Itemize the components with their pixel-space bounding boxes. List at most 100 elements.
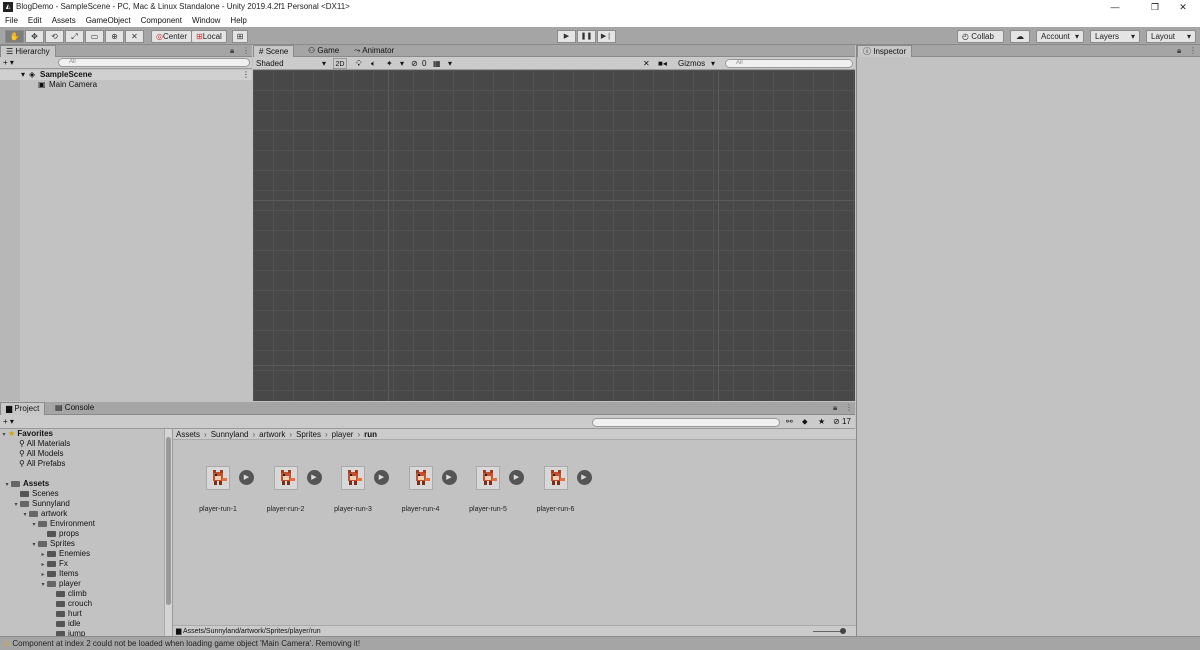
transform-tool-icon[interactable]: ⊕ xyxy=(105,30,124,43)
step-button-icon[interactable]: ▶❘ xyxy=(597,30,616,43)
menu-file[interactable]: File xyxy=(0,14,23,27)
breadcrumb-item[interactable]: Sprites xyxy=(296,430,321,439)
folder-tree-item[interactable]: ▾ Assets xyxy=(0,479,164,489)
hidden-packages-icon[interactable]: ⊘ xyxy=(833,415,840,429)
breadcrumb-item[interactable]: Sunnyland xyxy=(211,430,249,439)
menu-gameobject[interactable]: GameObject xyxy=(81,14,136,27)
menu-component[interactable]: Component xyxy=(136,14,187,27)
expand-arrow-icon[interactable]: ▾ xyxy=(21,70,25,80)
menu-window[interactable]: Window xyxy=(187,14,225,27)
pivot-center-button[interactable]: ◎Center xyxy=(151,30,192,43)
hand-tool-icon[interactable]: ✋ xyxy=(5,30,24,43)
tree-scrollbar-thumb[interactable] xyxy=(166,437,171,605)
create-asset-dropdown[interactable]: + ▾ xyxy=(3,415,14,429)
play-button-icon[interactable]: ▶ xyxy=(557,30,576,43)
sprite-asset-tile[interactable]: ▶ player-run-6 xyxy=(517,466,592,526)
custom-tool-icon[interactable]: ✕ xyxy=(125,30,144,43)
folder-tree-item[interactable]: ▾ Sunnyland xyxy=(0,499,164,509)
chevron-down-icon[interactable]: ▾ xyxy=(448,57,452,70)
sprite-asset-tile[interactable]: ▶ player-run-4 xyxy=(382,466,457,526)
tab-animator[interactable]: ⤳ Animator xyxy=(349,45,399,57)
tab-scene[interactable]: # Scene xyxy=(253,45,295,57)
tab-hierarchy[interactable]: ☰ Hierarchy xyxy=(0,45,56,57)
breadcrumb-item[interactable]: artwork xyxy=(259,430,285,439)
play-animation-icon[interactable]: ▶ xyxy=(576,470,592,485)
tree-scrollbar[interactable] xyxy=(164,429,172,636)
menu-edit[interactable]: Edit xyxy=(23,14,47,27)
hierarchy-search-input[interactable]: All xyxy=(58,58,250,67)
collab-dropdown[interactable]: ◴ Collab ▾ xyxy=(957,30,1004,52)
folder-tree-item[interactable]: ▾ Sprites xyxy=(0,539,164,549)
folder-tree-item[interactable]: ▸ Fx xyxy=(0,559,164,569)
more-options-icon[interactable]: ⋮ xyxy=(1189,45,1197,57)
breadcrumb-item[interactable]: player xyxy=(332,430,354,439)
folder-tree-item[interactable]: ▸ Enemies xyxy=(0,549,164,559)
project-search-input[interactable] xyxy=(592,418,780,427)
move-tool-icon[interactable]: ✥ xyxy=(25,30,44,43)
chevron-down-icon[interactable]: ▾ xyxy=(400,57,404,70)
status-bar[interactable]: ⚠ Component at index 2 could not be load… xyxy=(0,636,1200,650)
tab-game[interactable]: ⚇ Game xyxy=(303,45,344,57)
lock-icon[interactable]: 🔒︎ xyxy=(230,45,234,57)
grid-toggle-icon[interactable]: ▦ xyxy=(433,57,441,70)
create-dropdown[interactable]: + ▾ xyxy=(3,57,14,69)
folder-tree-item[interactable]: ▾ Environment xyxy=(0,519,164,529)
scale-tool-icon[interactable]: ⤢ xyxy=(65,30,84,43)
minimize-button[interactable]: — xyxy=(1098,0,1132,14)
folder-tree-item[interactable]: jump xyxy=(0,629,164,636)
layers-dropdown[interactable]: Layers ▾ xyxy=(1090,30,1140,43)
scene-viewport[interactable] xyxy=(253,70,855,401)
tools-icon[interactable]: ✕ xyxy=(643,57,650,70)
hidden-objects-icon[interactable]: ⊘ xyxy=(411,57,418,70)
folder-tree-item[interactable]: ▾ artwork xyxy=(0,509,164,519)
favorite-item[interactable]: ⚲ All Models xyxy=(0,449,164,459)
close-button[interactable]: ✕ xyxy=(1166,0,1200,14)
hierarchy-item[interactable]: ▣ Main Camera xyxy=(0,80,252,90)
more-options-icon[interactable]: ⋮ xyxy=(242,45,250,57)
sprite-asset-tile[interactable]: ▶ player-run-1 xyxy=(179,466,254,526)
shading-mode-dropdown[interactable]: Shaded ▾ xyxy=(254,58,328,69)
favorites-row[interactable]: ▾ ★ Favorites xyxy=(0,429,164,439)
folder-tree-item[interactable]: ▾ player xyxy=(0,579,164,589)
pivot-local-button[interactable]: ⊞Local xyxy=(191,30,227,43)
rect-tool-icon[interactable]: ▭ xyxy=(85,30,104,43)
rotate-tool-icon[interactable]: ⟲ xyxy=(45,30,64,43)
folder-tree-item[interactable]: ▸ Items xyxy=(0,569,164,579)
2d-toggle-button[interactable]: 2D xyxy=(333,58,347,69)
cloud-button-icon[interactable]: ☁ xyxy=(1010,30,1030,43)
menu-assets[interactable]: Assets xyxy=(47,14,81,27)
folder-tree-item[interactable]: hurt xyxy=(0,609,164,619)
menu-help[interactable]: Help xyxy=(225,14,251,27)
account-dropdown[interactable]: Account ▾ xyxy=(1036,30,1084,43)
lighting-icon[interactable]: 💡︎ xyxy=(356,57,362,70)
audio-icon[interactable]: 🔈︎ xyxy=(371,57,376,70)
folder-tree-item[interactable]: climb xyxy=(0,589,164,599)
tab-inspector[interactable]: ⓘ Inspector xyxy=(857,45,913,57)
folder-tree-item[interactable]: Scenes xyxy=(0,489,164,499)
folder-tree-item[interactable]: crouch xyxy=(0,599,164,609)
scene-search-input[interactable]: All xyxy=(725,59,853,68)
effects-icon[interactable]: ✦ xyxy=(386,57,393,70)
favorite-star-icon[interactable]: ★ xyxy=(818,415,825,429)
pause-button-icon[interactable]: ❚❚ xyxy=(577,30,596,43)
favorite-item[interactable]: ⚲ All Prefabs xyxy=(0,459,164,469)
tab-console[interactable]: ▤ Console xyxy=(50,402,99,414)
scene-options-icon[interactable]: ⋮ xyxy=(242,70,250,80)
tab-project[interactable]: ▆ Project xyxy=(0,402,46,415)
folder-tree-item[interactable]: idle xyxy=(0,619,164,629)
lock-icon[interactable]: 🔒︎ xyxy=(833,402,837,414)
folder-tree-item[interactable]: props xyxy=(0,529,164,539)
sprite-asset-tile[interactable]: ▶ player-run-3 xyxy=(314,466,389,526)
sprite-asset-tile[interactable]: ▶ player-run-2 xyxy=(247,466,322,526)
layout-dropdown[interactable]: Layout ▾ xyxy=(1146,30,1196,43)
breadcrumb-item[interactable]: Assets xyxy=(176,430,200,439)
grid-snap-icon[interactable]: ⊞ xyxy=(232,30,248,43)
camera-icon[interactable]: ■◂ xyxy=(658,57,667,70)
chevron-down-icon[interactable]: ▾ xyxy=(711,57,715,70)
gizmos-dropdown[interactable]: Gizmos xyxy=(678,57,705,70)
zoom-slider-handle[interactable] xyxy=(840,628,846,634)
lock-icon[interactable]: 🔒︎ xyxy=(1177,45,1181,57)
scene-row[interactable]: ▾ ◈ SampleScene ⋮ xyxy=(0,70,252,80)
favorite-item[interactable]: ⚲ All Materials xyxy=(0,439,164,449)
filter-label-icon[interactable]: ⬥ xyxy=(802,415,808,429)
